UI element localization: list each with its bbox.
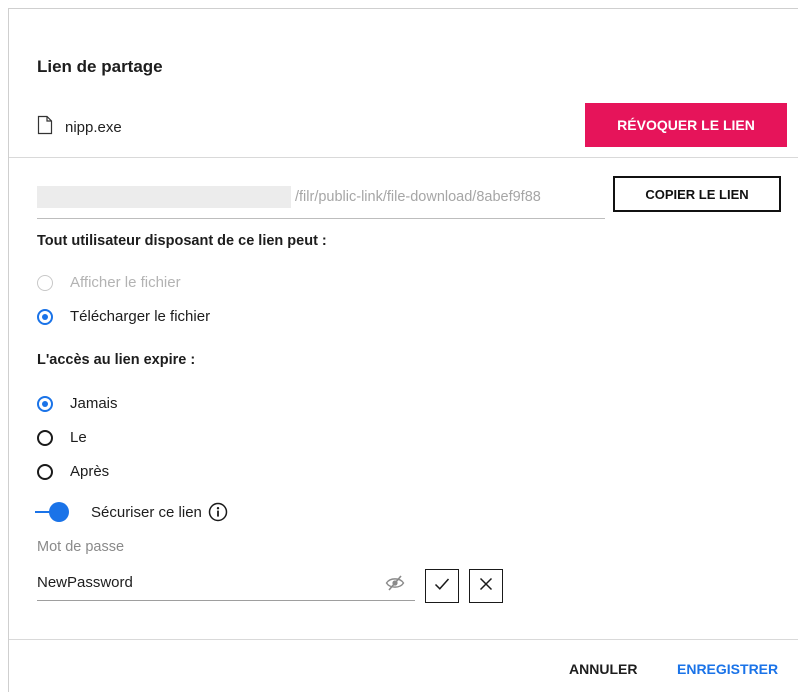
radio-label: Le [70, 429, 87, 446]
password-value: NewPassword [37, 574, 133, 591]
radio-button[interactable] [37, 463, 53, 480]
check-icon [434, 577, 450, 596]
file-name: nipp.exe [65, 119, 122, 136]
copy-link-button[interactable]: COPIER LE LIEN [613, 176, 781, 212]
close-icon [479, 577, 493, 596]
file-icon [37, 115, 53, 140]
radio-label: Après [70, 463, 110, 480]
radio-label: Afficher le fichier [70, 274, 181, 291]
secure-link-label: Sécuriser ce lien [91, 503, 202, 521]
link-url-text: /filr/public-link/file-download/8abef9f8… [295, 188, 541, 205]
toggle-thumb [49, 502, 69, 522]
secure-link-toggle[interactable] [35, 501, 71, 523]
eye-slash-icon[interactable] [385, 574, 405, 591]
radio-label: Télécharger le fichier [70, 308, 211, 325]
footer-divider [9, 639, 798, 640]
radio-view-file[interactable]: Afficher le fichier [37, 274, 181, 291]
password-input[interactable]: NewPassword [37, 565, 415, 601]
link-url-redacted [37, 185, 291, 208]
radio-button[interactable] [37, 395, 53, 412]
revoke-link-button[interactable]: RÉVOQUER LE LIEN [585, 103, 787, 147]
radio-button[interactable] [37, 274, 53, 291]
radio-download-file[interactable]: Télécharger le fichier [37, 308, 210, 325]
radio-button[interactable] [37, 429, 53, 446]
file-info: nipp.exe [37, 115, 122, 140]
radio-expire-never[interactable]: Jamais [37, 395, 118, 412]
radio-expire-on-date[interactable]: Le [37, 429, 87, 446]
share-link-field[interactable]: /filr/public-link/file-download/8abef9f8… [37, 175, 605, 219]
expiry-heading: L'accès au lien expire : [37, 352, 196, 368]
radio-expire-after[interactable]: Après [37, 463, 109, 480]
confirm-password-button[interactable] [425, 569, 459, 603]
share-link-dialog: Lien de partage nipp.exe RÉVOQUER LE LIE… [8, 8, 798, 692]
info-icon[interactable] [208, 502, 228, 522]
password-label: Mot de passe [37, 539, 125, 555]
permissions-heading: Tout utilisateur disposant de ce lien pe… [37, 233, 327, 249]
dialog-title: Lien de partage [37, 57, 163, 76]
cancel-button[interactable]: ANNULER [569, 661, 637, 677]
radio-button[interactable] [37, 308, 53, 325]
divider [9, 157, 798, 158]
cancel-password-button[interactable] [469, 569, 503, 603]
radio-label: Jamais [70, 395, 118, 412]
secure-link-row: Sécuriser ce lien [35, 501, 228, 523]
save-button[interactable]: ENREGISTRER [677, 661, 778, 677]
